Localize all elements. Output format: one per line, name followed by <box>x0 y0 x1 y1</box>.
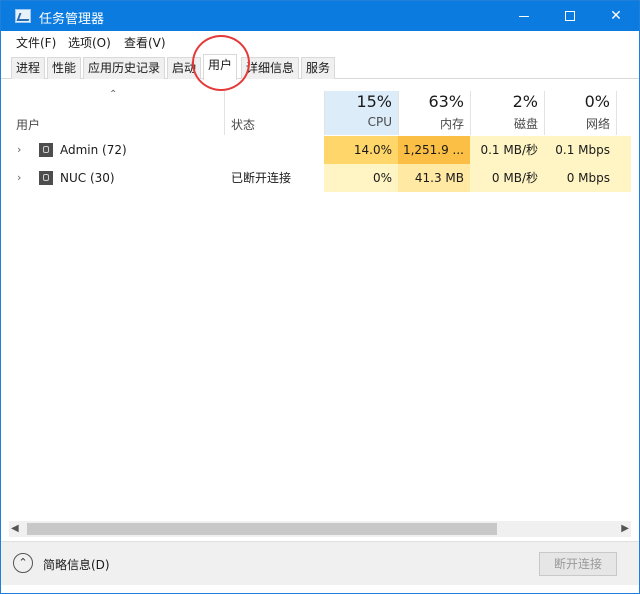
minimize-button[interactable] <box>501 1 547 31</box>
scroll-left-icon[interactable]: ◀ <box>11 523 19 534</box>
maximize-button[interactable] <box>547 1 593 31</box>
user-name: Admin (72) <box>60 143 127 157</box>
minimize-icon <box>519 15 529 17</box>
disk-value: 0.1 MB/秒 <box>470 136 544 164</box>
chevron-right-icon[interactable]: › <box>17 172 25 184</box>
table-row[interactable]: › Admin (72) 14.0% 1,251.9 ... 0.1 MB/秒 … <box>9 136 631 164</box>
cpu-value: 0% <box>324 164 398 192</box>
annotation-circle <box>192 35 250 91</box>
title-bar[interactable]: 任务管理器 ✕ <box>1 1 639 31</box>
maximize-icon <box>565 11 575 21</box>
tab-bar: 进程 性能 应用历史记录 启动 用户 详细信息 服务 <box>1 53 639 80</box>
memory-value: 41.3 MB <box>398 164 470 192</box>
task-manager-icon <box>15 9 31 23</box>
network-total-percent: 0% <box>584 92 610 111</box>
user-status <box>231 136 321 164</box>
menu-bar: 文件(F) 选项(O) 查看(V) <box>1 31 639 53</box>
horizontal-scrollbar[interactable]: ◀ ▶ <box>9 521 631 537</box>
overflow-cell <box>616 164 631 192</box>
close-button[interactable]: ✕ <box>593 1 639 31</box>
network-value: 0 Mbps <box>544 164 616 192</box>
tab-performance[interactable]: 性能 <box>47 57 82 79</box>
column-header-cpu[interactable]: CPU <box>324 115 392 129</box>
column-separator <box>616 91 617 135</box>
network-value: 0.1 Mbps <box>544 136 616 164</box>
overflow-cell <box>616 136 631 164</box>
cpu-total-percent: 15% <box>356 92 392 111</box>
sort-up-icon: ⌃ <box>109 89 118 100</box>
chevron-right-icon[interactable]: › <box>17 144 25 156</box>
tab-processes[interactable]: 进程 <box>11 57 46 79</box>
menu-file[interactable]: 文件(F) <box>16 34 56 51</box>
memory-total-percent: 63% <box>428 92 464 111</box>
disconnect-button[interactable]: 断开连接 <box>539 552 617 576</box>
column-header-user[interactable]: 用户 <box>16 116 40 133</box>
scrollbar-thumb[interactable] <box>27 523 497 535</box>
user-name: NUC (30) <box>60 171 115 185</box>
column-header-network[interactable]: 网络 <box>544 115 610 132</box>
cpu-value: 14.0% <box>324 136 398 164</box>
disk-value: 0 MB/秒 <box>470 164 544 192</box>
column-separator <box>224 91 225 135</box>
memory-value: 1,251.9 ... <box>398 136 470 164</box>
user-icon <box>39 143 53 157</box>
menu-options[interactable]: 选项(O) <box>68 34 111 51</box>
column-header-disk[interactable]: 磁盘 <box>470 115 538 132</box>
fewer-details-link[interactable]: 简略信息(D) <box>43 556 110 573</box>
scroll-right-icon[interactable]: ▶ <box>621 523 629 534</box>
table-row[interactable]: › NUC (30) 已断开连接 0% 41.3 MB 0 MB/秒 0 Mbp… <box>9 164 631 192</box>
user-icon <box>39 171 53 185</box>
user-status: 已断开连接 <box>231 171 292 185</box>
menu-view[interactable]: 查看(V) <box>124 34 166 51</box>
footer-bar: ⌃ 简略信息(D) 断开连接 <box>1 541 639 585</box>
close-icon: ✕ <box>610 8 622 24</box>
chevron-up-circle-icon[interactable]: ⌃ <box>13 553 33 573</box>
window-title: 任务管理器 <box>39 12 105 27</box>
column-header-status[interactable]: 状态 <box>231 116 255 133</box>
users-table: ⌃ 用户 状态 15% CPU 63% 内存 2% 磁盘 0% 网络 › Adm… <box>9 81 631 521</box>
tab-app-history[interactable]: 应用历史记录 <box>83 57 166 79</box>
disk-total-percent: 2% <box>512 92 538 111</box>
task-manager-window: 任务管理器 ✕ 文件(F) 选项(O) 查看(V) 进程 性能 应用历史记录 启… <box>0 0 640 594</box>
column-header-memory[interactable]: 内存 <box>398 115 464 132</box>
tab-services[interactable]: 服务 <box>301 57 336 79</box>
